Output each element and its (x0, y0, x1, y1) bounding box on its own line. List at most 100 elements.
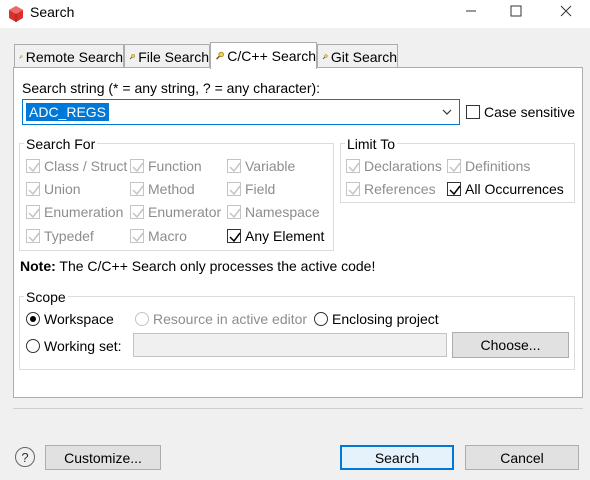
tab-git-search[interactable]: Git Search (317, 44, 398, 68)
search-string-value[interactable]: ADC_REGS (26, 103, 110, 121)
declarations-label: Declarations (364, 158, 442, 174)
search-for-function[interactable]: Function (130, 158, 202, 174)
method-label: Method (148, 181, 195, 197)
working-set-input[interactable] (133, 333, 447, 357)
cpp-search-icon (215, 51, 224, 60)
search-string-combo[interactable]: ADC_REGS (22, 99, 460, 125)
enumerator-label: Enumerator (148, 204, 222, 220)
function-label: Function (148, 158, 202, 174)
limit-to-declarations[interactable]: Declarations (346, 158, 442, 174)
namespace-label: Namespace (245, 204, 320, 220)
checkmark-icon (28, 232, 40, 243)
checkmark-icon (132, 185, 144, 196)
cancel-button[interactable]: Cancel (465, 445, 579, 470)
help-icon[interactable]: ? (15, 447, 35, 467)
search-for-variable[interactable]: Variable (227, 158, 295, 174)
enumerator-checkbox[interactable] (130, 205, 144, 219)
function-checkbox[interactable] (130, 159, 144, 173)
customize-button[interactable]: Customize... (45, 445, 161, 470)
any-element-label: Any Element (245, 228, 325, 244)
search-for-macro[interactable]: Macro (130, 228, 187, 244)
enclosing-project-radio[interactable] (314, 312, 328, 326)
checkmark-icon (229, 208, 241, 219)
checkmark-icon (229, 162, 241, 173)
maximize-icon (510, 5, 522, 17)
typedef-checkbox[interactable] (26, 229, 40, 243)
tab-file-search[interactable]: File Search (124, 44, 210, 68)
field-checkbox[interactable] (227, 182, 241, 196)
checkmark-icon (28, 185, 40, 196)
window-title: Search (30, 4, 75, 20)
limit-to-references[interactable]: References (346, 181, 436, 197)
all-occurrences-checkbox[interactable] (447, 182, 461, 196)
scope-active-editor-option[interactable]: Resource in active editor (135, 311, 307, 327)
tab-label: Git Search (330, 48, 397, 65)
search-for-method[interactable]: Method (130, 181, 195, 197)
close-button[interactable] (543, 0, 589, 22)
macro-label: Macro (148, 228, 187, 244)
note-bold: Note: (20, 258, 56, 274)
search-for-enumeration[interactable]: Enumeration (26, 204, 123, 220)
method-checkbox[interactable] (130, 182, 144, 196)
namespace-checkbox[interactable] (227, 205, 241, 219)
checkmark-icon (132, 208, 144, 219)
references-label: References (364, 181, 436, 197)
workspace-radio[interactable] (26, 312, 40, 326)
git-search-icon (322, 53, 328, 59)
references-checkbox[interactable] (346, 182, 360, 196)
class-struct-checkbox[interactable] (26, 159, 40, 173)
tab-cpp-search[interactable]: C/C++ Search (210, 42, 317, 69)
checkmark-icon (229, 185, 241, 196)
checkmark-icon (229, 232, 241, 243)
search-for-any-element[interactable]: Any Element (227, 228, 324, 244)
macro-checkbox[interactable] (130, 229, 144, 243)
tab-remote-search[interactable]: Remote Search (14, 44, 124, 68)
enumeration-label: Enumeration (44, 204, 124, 220)
declarations-checkbox[interactable] (346, 159, 360, 173)
any-element-checkbox[interactable] (227, 229, 241, 243)
enumeration-checkbox[interactable] (26, 205, 40, 219)
maximize-button[interactable] (493, 0, 539, 22)
working-set-label: Working set: (44, 338, 122, 354)
checkmark-icon (132, 232, 144, 243)
active-editor-label: Resource in active editor (153, 311, 308, 327)
scope-working-set-option[interactable]: Working set: (26, 338, 122, 354)
scope-enclosing-project-option[interactable]: Enclosing project (314, 311, 439, 327)
search-for-class-struct[interactable]: Class / Struct (26, 158, 127, 174)
choose-button[interactable]: Choose... (452, 332, 569, 358)
variable-label: Variable (245, 158, 296, 174)
variable-checkbox[interactable] (227, 159, 241, 173)
checkmark-icon (449, 162, 461, 173)
enclosing-project-label: Enclosing project (332, 311, 439, 327)
radio-dot (30, 316, 36, 322)
working-set-radio[interactable] (26, 339, 40, 353)
file-search-icon (129, 53, 135, 59)
search-string-label: Search string (* = any string, ? = any c… (22, 80, 321, 96)
case-sensitive-checkbox[interactable] (466, 105, 480, 119)
note-body: The C/C++ Search only processes the acti… (55, 258, 376, 274)
definitions-checkbox[interactable] (447, 159, 461, 173)
typedef-label: Typedef (44, 228, 94, 244)
case-sensitive-option[interactable]: Case sensitive (466, 104, 575, 120)
checkmark-icon (28, 208, 40, 219)
search-for-enumerator[interactable]: Enumerator (130, 204, 221, 220)
search-for-namespace[interactable]: Namespace (227, 204, 320, 220)
search-for-typedef[interactable]: Typedef (26, 228, 94, 244)
union-checkbox[interactable] (26, 182, 40, 196)
chevron-down-icon[interactable] (441, 106, 453, 118)
active-editor-radio[interactable] (135, 312, 149, 326)
search-button[interactable]: Search (340, 445, 454, 470)
limit-to-definitions[interactable]: Definitions (447, 158, 530, 174)
note-text: Note: The C/C++ Search only processes th… (20, 258, 375, 274)
search-for-union[interactable]: Union (26, 181, 81, 197)
scope-workspace-option[interactable]: Workspace (26, 311, 114, 327)
checkmark-icon (449, 185, 461, 196)
search-for-title: Search For (24, 136, 98, 152)
limit-to-all-occurrences[interactable]: All Occurrences (447, 181, 564, 197)
minimize-button[interactable] (448, 0, 494, 22)
scope-title: Scope (24, 289, 68, 305)
field-label: Field (245, 181, 276, 197)
close-icon (560, 5, 572, 17)
checkmark-icon (348, 185, 360, 196)
search-for-field[interactable]: Field (227, 181, 275, 197)
